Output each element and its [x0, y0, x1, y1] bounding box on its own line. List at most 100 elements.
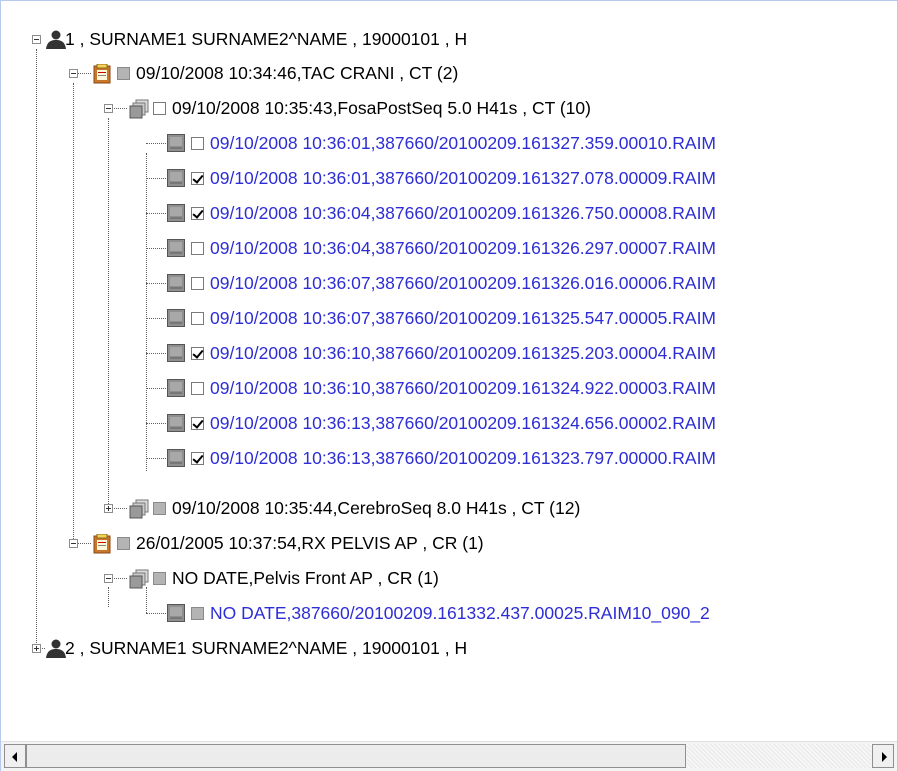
- tree-node-image[interactable]: 09/10/2008 10:36:13,387660/20100209.1613…: [167, 443, 716, 473]
- image-icon: [167, 134, 185, 152]
- tree-node-image[interactable]: 09/10/2008 10:36:07,387660/20100209.1613…: [167, 268, 716, 298]
- image-label: 09/10/2008 10:36:01,387660/20100209.1613…: [210, 133, 717, 153]
- tree-line: [146, 318, 166, 319]
- clipboard-icon: [93, 534, 111, 554]
- tree-line: [146, 178, 166, 179]
- image-label: 09/10/2008 10:36:07,387660/20100209.1613…: [210, 308, 717, 328]
- series-1-label: 09/10/2008 10:35:43,FosaPostSeq 5.0 H41s…: [172, 98, 591, 118]
- study-tree: 1 , SURNAME1 SURNAME2^NAME , 19000101 , …: [1, 1, 897, 741]
- image-label: 09/10/2008 10:36:10,387660/20100209.1613…: [210, 378, 717, 398]
- series-2-label: 09/10/2008 10:35:44,CerebroSeq 8.0 H41s …: [172, 498, 581, 518]
- collapse-patient-1-button[interactable]: [32, 35, 41, 44]
- series-3-checkbox[interactable]: [153, 571, 166, 585]
- collapse-series-3-button[interactable]: [104, 574, 113, 583]
- horizontal-scrollbar[interactable]: [1, 741, 897, 771]
- tree-line: [146, 143, 166, 144]
- patient-2-label: 2 , SURNAME1 SURNAME2^NAME , 19000101 , …: [65, 638, 468, 658]
- collapse-study-2-button[interactable]: [69, 539, 78, 548]
- tree-line: [146, 423, 166, 424]
- arrow-right-icon: [882, 752, 887, 762]
- scroll-right-button[interactable]: [872, 744, 894, 768]
- image-stack-icon: [129, 499, 149, 519]
- tree-node-image[interactable]: 09/10/2008 10:36:01,387660/20100209.1613…: [167, 128, 716, 158]
- tree-line: [146, 458, 166, 459]
- study-1-checkbox[interactable]: [117, 66, 130, 80]
- image-label: NO DATE,387660/20100209.161332.437.00025…: [210, 603, 710, 623]
- tree-node-image[interactable]: 09/10/2008 10:36:07,387660/20100209.1613…: [167, 303, 716, 333]
- image-stack-icon: [129, 99, 149, 119]
- tree-node-patient-2[interactable]: 2 , SURNAME1 SURNAME2^NAME , 19000101 , …: [45, 633, 467, 663]
- person-icon: [45, 639, 66, 658]
- tree-node-series-3[interactable]: NO DATE,Pelvis Front AP , CR (1): [129, 563, 439, 593]
- image-checkbox[interactable]: [191, 241, 204, 255]
- scroll-left-button[interactable]: [4, 744, 26, 768]
- person-icon: [45, 30, 66, 49]
- image-checkbox[interactable]: [191, 416, 204, 430]
- tree-node-image[interactable]: 09/10/2008 10:36:01,387660/20100209.1613…: [167, 163, 716, 193]
- tree-line: [146, 353, 166, 354]
- image-icon: [167, 239, 185, 257]
- image-label: 09/10/2008 10:36:13,387660/20100209.1613…: [210, 448, 717, 468]
- image-checkbox[interactable]: [191, 136, 204, 150]
- tree-line: [73, 83, 74, 541]
- tree-line: [146, 213, 166, 214]
- image-icon: [167, 344, 185, 362]
- image-checkbox[interactable]: [191, 206, 204, 220]
- tree-node-image[interactable]: 09/10/2008 10:36:10,387660/20100209.1613…: [167, 338, 716, 368]
- expand-patient-2-button[interactable]: [32, 644, 41, 653]
- image-label: 09/10/2008 10:36:07,387660/20100209.1613…: [210, 273, 717, 293]
- tree-line: [146, 613, 166, 614]
- image-checkbox[interactable]: [191, 606, 204, 620]
- tree-line: [111, 578, 127, 579]
- tree-node-study-1[interactable]: 09/10/2008 10:34:46,TAC CRANI , CT (2): [93, 58, 458, 88]
- image-icon: [167, 414, 185, 432]
- tree-line: [111, 108, 127, 109]
- image-checkbox[interactable]: [191, 381, 204, 395]
- dicom-tree-panel: 1 , SURNAME1 SURNAME2^NAME , 19000101 , …: [0, 0, 898, 771]
- image-icon: [167, 204, 185, 222]
- image-checkbox[interactable]: [191, 276, 204, 290]
- tree-node-image[interactable]: 09/10/2008 10:36:13,387660/20100209.1613…: [167, 408, 716, 438]
- scrollbar-track[interactable]: [687, 744, 871, 768]
- tree-line: [36, 49, 37, 647]
- tree-node-series-1[interactable]: 09/10/2008 10:35:43,FosaPostSeq 5.0 H41s…: [129, 93, 591, 123]
- clipboard-icon: [93, 64, 111, 84]
- image-icon: [167, 604, 185, 622]
- scrollbar-thumb[interactable]: [26, 744, 686, 768]
- collapse-study-1-button[interactable]: [69, 69, 78, 78]
- tree-node-patient-1[interactable]: 1 , SURNAME1 SURNAME2^NAME , 19000101 , …: [45, 24, 467, 54]
- tree-node-series-2[interactable]: 09/10/2008 10:35:44,CerebroSeq 8.0 H41s …: [129, 493, 580, 523]
- image-checkbox[interactable]: [191, 311, 204, 325]
- patient-1-label: 1 , SURNAME1 SURNAME2^NAME , 19000101 , …: [65, 29, 468, 49]
- image-label: 09/10/2008 10:36:01,387660/20100209.1613…: [210, 168, 717, 188]
- tree-node-image[interactable]: 09/10/2008 10:36:04,387660/20100209.1613…: [167, 233, 716, 263]
- image-icon: [167, 274, 185, 292]
- study-1-label: 09/10/2008 10:34:46,TAC CRANI , CT (2): [136, 63, 459, 83]
- image-checkbox[interactable]: [191, 171, 204, 185]
- tree-node-image[interactable]: NO DATE,387660/20100209.161332.437.00025…: [167, 598, 710, 628]
- image-icon: [167, 309, 185, 327]
- image-icon: [167, 449, 185, 467]
- image-checkbox[interactable]: [191, 451, 204, 465]
- series-1-checkbox[interactable]: [153, 101, 166, 115]
- image-stack-icon: [129, 569, 149, 589]
- study-2-checkbox[interactable]: [117, 536, 130, 550]
- tree-line: [146, 248, 166, 249]
- tree-node-image[interactable]: 09/10/2008 10:36:04,387660/20100209.1613…: [167, 198, 716, 228]
- collapse-series-1-button[interactable]: [104, 104, 113, 113]
- study-2-label: 26/01/2005 10:37:54,RX PELVIS AP , CR (1…: [136, 533, 484, 553]
- series-3-label: NO DATE,Pelvis Front AP , CR (1): [172, 568, 439, 588]
- image-label: 09/10/2008 10:36:04,387660/20100209.1613…: [210, 238, 717, 258]
- tree-line: [146, 283, 166, 284]
- series-2-checkbox[interactable]: [153, 501, 166, 515]
- image-label: 09/10/2008 10:36:13,387660/20100209.1613…: [210, 413, 717, 433]
- image-label: 09/10/2008 10:36:10,387660/20100209.1613…: [210, 343, 717, 363]
- expand-series-2-button[interactable]: [104, 504, 113, 513]
- tree-line: [108, 118, 109, 508]
- tree-line: [111, 508, 127, 509]
- tree-node-study-2[interactable]: 26/01/2005 10:37:54,RX PELVIS AP , CR (1…: [93, 528, 484, 558]
- image-icon: [167, 169, 185, 187]
- image-checkbox[interactable]: [191, 346, 204, 360]
- tree-line: [146, 388, 166, 389]
- tree-node-image[interactable]: 09/10/2008 10:36:10,387660/20100209.1613…: [167, 373, 716, 403]
